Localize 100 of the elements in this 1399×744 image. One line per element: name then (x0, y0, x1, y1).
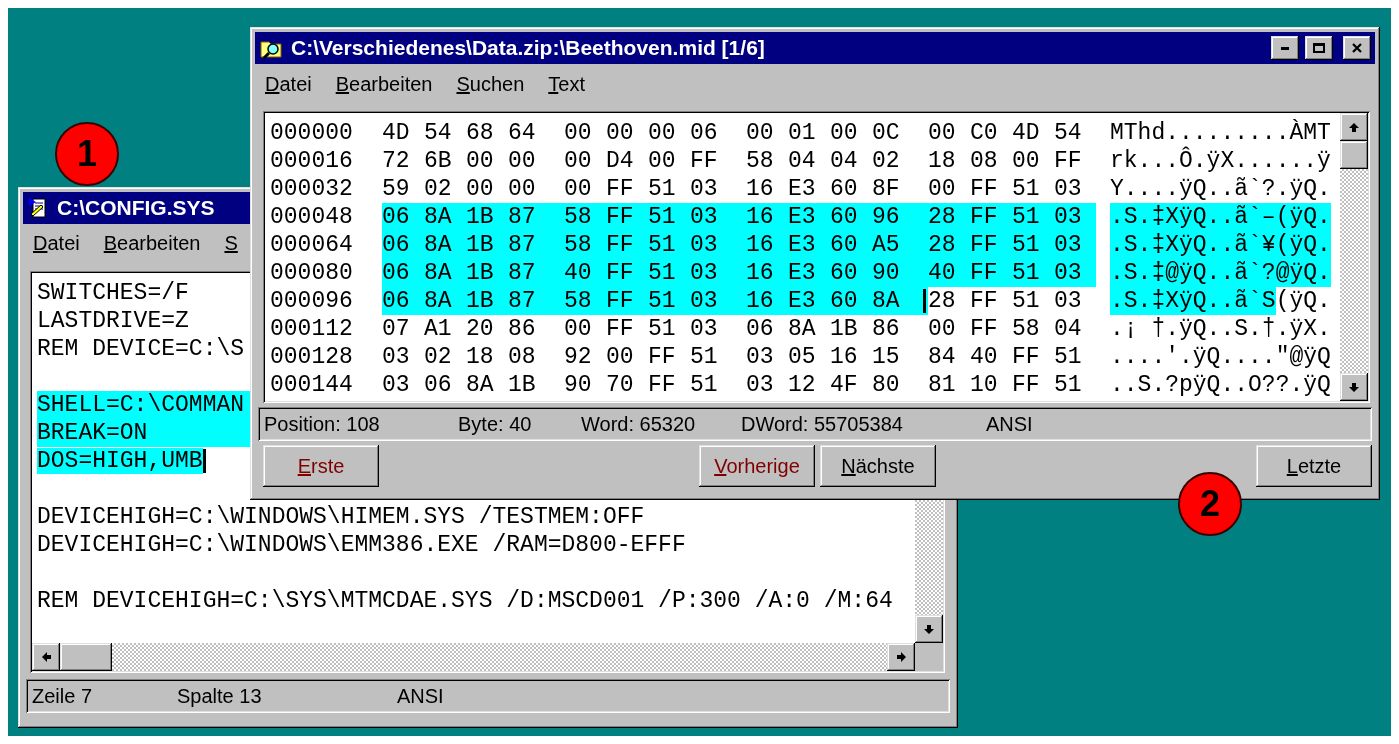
nav-button[interactable]: Nächste (820, 445, 936, 487)
hex-byte: 58 (564, 287, 606, 315)
offset-cell-text: 000000 (270, 119, 354, 147)
ascii-text: .S.‡XÿQ..ã`–(ÿQ. (1110, 203, 1331, 231)
hex-byte: 58 (1012, 315, 1041, 343)
hex-byte: 00 (564, 315, 593, 343)
hex-byte: 72 (382, 147, 411, 175)
menu-item[interactable]: Datei (265, 72, 312, 96)
scroll-left-button[interactable] (32, 643, 60, 671)
ascii-text: ....'.ÿQ...."@ÿQ (1110, 343, 1331, 371)
minimize-icon (1281, 46, 1289, 50)
offset-cell-text: 000096 (270, 287, 354, 315)
hex-byte: C0 (970, 119, 999, 147)
hex-byte: 68 (466, 119, 495, 147)
hex-byte: 87 (508, 203, 564, 231)
hex-byte: 8A (466, 371, 495, 399)
hex-byte: 1B (466, 203, 508, 231)
menu-item[interactable]: Datei (33, 231, 80, 255)
nav-button[interactable]: Vorherige (699, 445, 815, 487)
hex-byte: FF (648, 343, 677, 371)
hex-byte: 00 (508, 147, 537, 175)
hex-byte: 20 (466, 315, 495, 343)
window-title: C:\Verschiedenes\Data.zip:\Beethoven.mid [1/6] (291, 36, 765, 60)
hex-byte: 51 (648, 175, 677, 203)
status-text: Zeile 7 (32, 684, 94, 708)
hex-byte: 51 (690, 343, 719, 371)
hex-byte: 16 (830, 343, 859, 371)
hex-byte: 03 (1054, 287, 1083, 315)
hex-byte: 40 (970, 343, 999, 371)
hex-byte: 03 (1054, 231, 1096, 259)
code-line: DEVICEHIGH=C:\WINDOWS\HIMEM.SYS /TESTMEM:OFF (37, 504, 645, 530)
hex-byte: 58 (564, 231, 606, 259)
hex-byte: 06 (746, 315, 775, 343)
menu-item[interactable]: Suchen (456, 72, 525, 96)
hex-byte: 60 (830, 175, 859, 203)
hex-byte: FF (970, 203, 1012, 231)
hex-byte: 03 (690, 315, 719, 343)
hex-byte: 86 (872, 315, 901, 343)
hex-byte: 58 (746, 147, 775, 175)
hex-byte: 10 (970, 371, 999, 399)
ascii-text: .S.‡@ÿQ..ã`?@ÿQ. (1110, 259, 1331, 287)
window-title: C:\CONFIG.SYS (57, 196, 215, 220)
hex-byte: 00 (746, 119, 775, 147)
hex-byte: 4D (1012, 119, 1041, 147)
hex-byte: 15 (872, 343, 901, 371)
scroll-right-button[interactable] (887, 643, 915, 671)
code-line: BREAK=ON (37, 420, 148, 446)
hex-byte: 03 (690, 259, 746, 287)
hex-byte: 03 (690, 203, 746, 231)
hex-byte: FF (606, 287, 648, 315)
offset-cell-text: 000112 (270, 315, 354, 343)
hex-byte: FF (606, 231, 648, 259)
hex-byte: 12 (788, 371, 817, 399)
hex-byte: FF (970, 231, 1012, 259)
hex-byte: 40 (564, 259, 606, 287)
hex-byte: E3 (788, 287, 830, 315)
code-line: SHELL=C:\COMMAN (37, 392, 245, 418)
nav-button[interactable]: Erste (263, 445, 379, 487)
menu-item[interactable]: Bearbeiten (103, 231, 201, 255)
menu-item[interactable]: Text (548, 72, 585, 96)
code-line: DEVICEHIGH=C:\WINDOWS\EMM386.EXE /RAM=D800-EFFF (37, 532, 686, 558)
hex-byte: 40 (928, 259, 970, 287)
minimize-button[interactable] (1271, 36, 1299, 60)
hex-byte: 04 (830, 147, 859, 175)
hex-byte: 51 (690, 371, 719, 399)
hex-byte: 02 (424, 175, 453, 203)
offset-cell-text: 000144 (270, 371, 354, 399)
scroll-down-button[interactable] (915, 615, 943, 643)
close-button[interactable] (1343, 36, 1371, 60)
maximize-button[interactable] (1305, 36, 1333, 60)
hex-byte: 02 (424, 343, 453, 371)
hex-byte: 8F (872, 175, 901, 203)
hex-byte: 80 (872, 371, 901, 399)
hex-byte: 84 (928, 343, 957, 371)
hex-byte: FF (970, 287, 999, 315)
hex-byte: FF (1012, 343, 1041, 371)
hex-byte: 16 (746, 175, 775, 203)
hex-byte: FF (606, 259, 648, 287)
hex-byte: 60 (830, 259, 872, 287)
hex-view[interactable] (263, 111, 1370, 403)
hex-byte: 04 (1054, 315, 1083, 343)
scroll-up-button[interactable] (1340, 113, 1368, 141)
menu-item[interactable]: S (224, 231, 238, 255)
menu-item[interactable]: Bearbeiten (335, 72, 433, 96)
scrollbar-thumb[interactable] (60, 643, 112, 671)
status-text: Position: 108 (264, 412, 381, 436)
scroll-down-button[interactable] (1340, 373, 1368, 401)
hex-byte: 00 (564, 147, 593, 175)
nav-button[interactable]: Letzte (1256, 445, 1372, 487)
hex-byte: 1B (466, 231, 508, 259)
hex-byte: FF (970, 259, 1012, 287)
hex-byte: D4 (606, 147, 635, 175)
hex-byte: 87 (508, 287, 564, 315)
scrollbar-thumb[interactable] (1340, 141, 1368, 169)
hex-byte: 51 (648, 287, 690, 315)
hex-byte: 51 (648, 259, 690, 287)
hex-byte: FF (606, 315, 635, 343)
hex-byte: 06 (424, 371, 453, 399)
hex-byte: 8A (424, 287, 466, 315)
hex-byte: 06 (382, 287, 424, 315)
